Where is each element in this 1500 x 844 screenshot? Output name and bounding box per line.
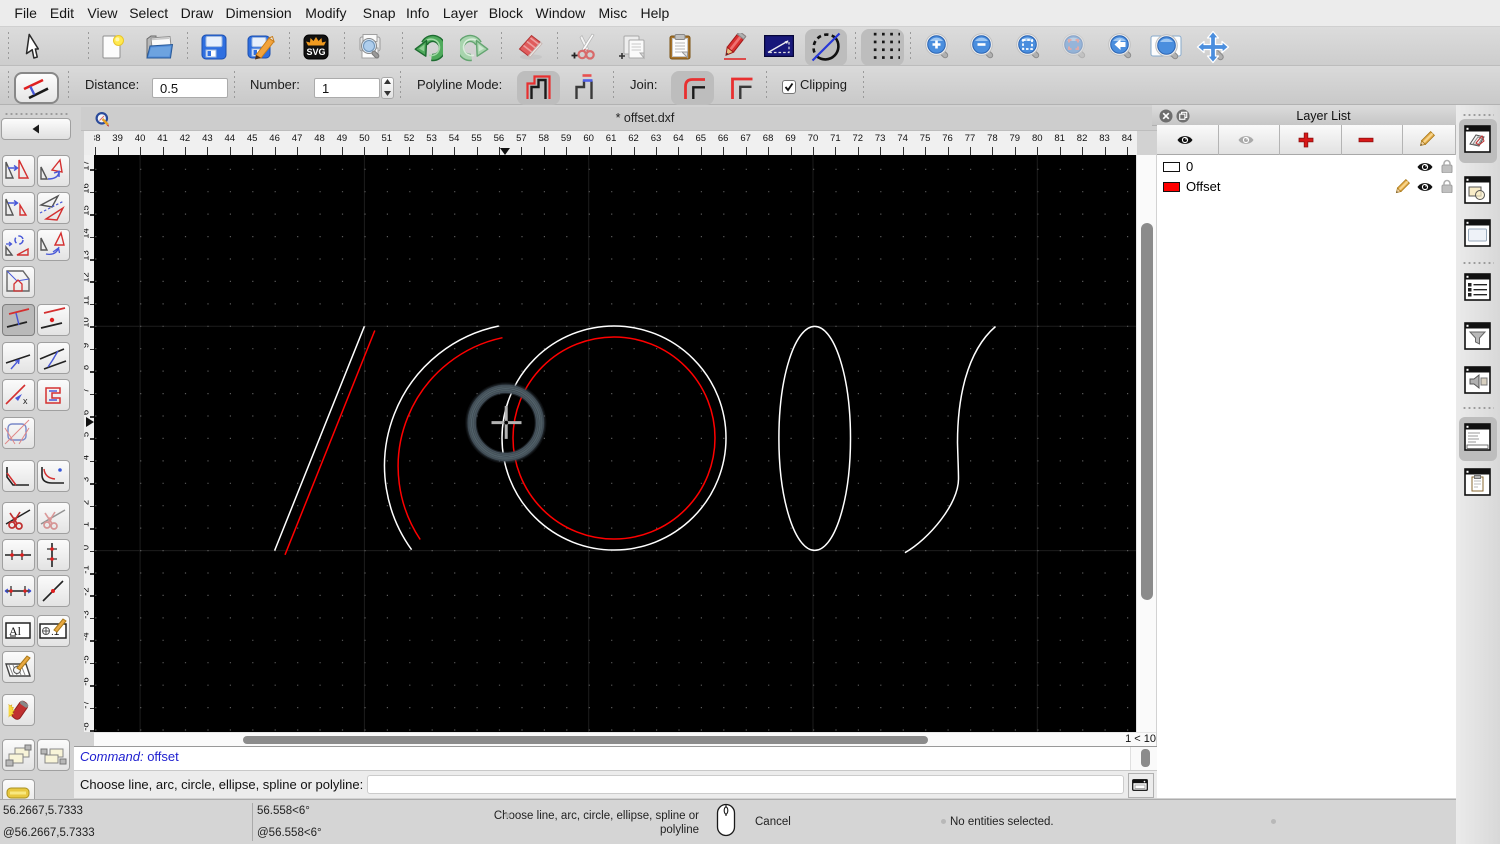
svg-text:x: x (23, 396, 28, 406)
svg-text:SVG: SVG (306, 47, 325, 57)
